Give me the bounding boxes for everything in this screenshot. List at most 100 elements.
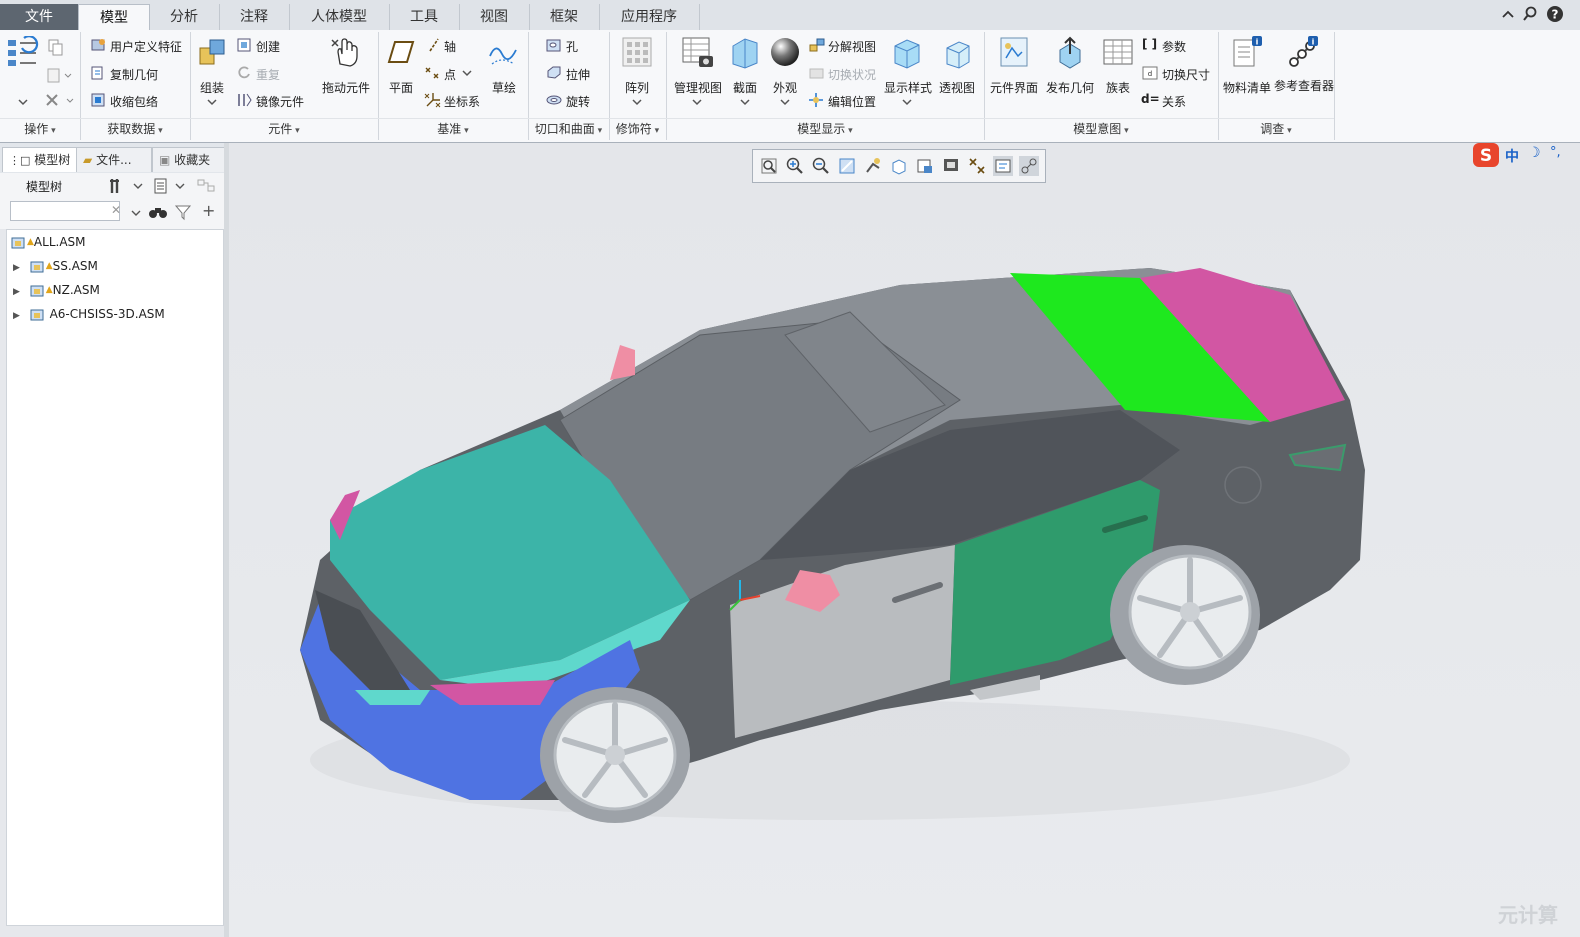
saved-orientations-icon[interactable]: [889, 156, 909, 176]
tab-framework[interactable]: 框架: [529, 4, 600, 30]
refit-icon[interactable]: [759, 156, 779, 176]
moon-icon[interactable]: ☽: [1528, 145, 1541, 161]
pattern-button[interactable]: 阵列: [617, 79, 657, 96]
chevron-down-icon[interactable]: [900, 96, 914, 108]
search-icon[interactable]: [1522, 6, 1538, 22]
revolve-button[interactable]: 旋转: [566, 93, 590, 110]
side-mirror-left[interactable]: [610, 345, 635, 380]
punctuation-icon[interactable]: °,: [1550, 145, 1561, 160]
chevron-down-icon[interactable]: [738, 96, 752, 108]
group-label-component[interactable]: 元件: [190, 120, 378, 138]
coordinate-system-button[interactable]: 坐标系: [444, 93, 480, 110]
create-component-button[interactable]: 创建: [256, 38, 280, 55]
family-table-button[interactable]: 族表: [1102, 79, 1134, 96]
show-options-icon[interactable]: [152, 177, 170, 195]
tree-item[interactable]: ▶ ▲SS.ASM: [13, 255, 98, 277]
repaint-icon[interactable]: [837, 156, 857, 176]
copy-geometry-button[interactable]: 复制几何: [110, 66, 158, 83]
drag-component-button[interactable]: 拖动元件: [320, 79, 372, 96]
edit-position-button[interactable]: 编辑位置: [828, 93, 876, 110]
chevron-down-icon[interactable]: [205, 96, 219, 108]
filter-icon[interactable]: [174, 203, 192, 221]
tree-columns-icon[interactable]: [196, 177, 218, 195]
chevron-down-icon[interactable]: [630, 96, 644, 108]
section-button[interactable]: 截面: [729, 79, 761, 96]
group-label-model-display[interactable]: 模型显示: [666, 120, 984, 138]
copy-icon[interactable]: [46, 38, 64, 56]
point-button[interactable]: 点: [444, 66, 456, 83]
tab-human-model[interactable]: 人体模型: [289, 4, 390, 30]
plane-button[interactable]: 平面: [385, 79, 417, 96]
axis-button[interactable]: 轴: [444, 38, 456, 55]
regenerate-icon[interactable]: [6, 36, 40, 70]
group-label-model-intent[interactable]: 模型意图: [984, 120, 1218, 138]
graphics-viewport[interactable]: [229, 143, 1580, 937]
tree-item[interactable]: ▶ ▲NZ.ASM: [13, 279, 100, 301]
publish-geometry-button[interactable]: 发布几何: [1044, 79, 1096, 96]
tab-analysis[interactable]: 分析: [149, 4, 220, 30]
tab-model[interactable]: 模型: [78, 4, 150, 31]
rear-wheel[interactable]: [1110, 545, 1260, 685]
car-3d-model[interactable]: [229, 143, 1580, 937]
group-label-investigate[interactable]: 调查: [1218, 120, 1334, 138]
tree-item-root[interactable]: ▲ALL.ASM: [11, 231, 86, 253]
group-label-datum[interactable]: 基准: [378, 120, 528, 138]
zoom-in-icon[interactable]: [785, 156, 805, 176]
add-column-icon[interactable]: +: [202, 201, 215, 220]
chevron-down-icon[interactable]: [690, 96, 704, 108]
toggle-status-button[interactable]: 切换状况: [828, 66, 876, 83]
perspective-button[interactable]: 透视图: [937, 79, 977, 96]
expand-arrow-icon[interactable]: ▶: [13, 311, 20, 321]
minimize-ribbon-icon[interactable]: [1500, 6, 1516, 22]
expand-arrow-icon[interactable]: ▶: [13, 287, 20, 297]
relations-button[interactable]: 关系: [1162, 93, 1186, 110]
udf-button[interactable]: 用户定义特征: [110, 38, 182, 55]
settings-tools-icon[interactable]: [108, 177, 128, 195]
tree-search-input[interactable]: [10, 201, 120, 221]
extrude-button[interactable]: 拉伸: [566, 66, 590, 83]
switch-dimensions-button[interactable]: 切换尺寸: [1162, 66, 1210, 83]
tab-model-tree[interactable]: ⋮□ 模型树: [2, 147, 78, 172]
datum-display-icon[interactable]: [967, 156, 987, 176]
find-binoculars-icon[interactable]: [148, 203, 168, 221]
tab-tools[interactable]: 工具: [389, 4, 460, 30]
display-style-button[interactable]: 显示样式: [882, 79, 934, 96]
chevron-down-icon[interactable]: [16, 96, 30, 108]
paste-icon[interactable]: [46, 66, 72, 84]
spin-center-icon[interactable]: [1019, 156, 1039, 176]
tab-folder-browser[interactable]: ▰ 文件...: [76, 147, 152, 172]
group-label-get-data[interactable]: 获取数据: [80, 120, 190, 138]
chevron-down-icon[interactable]: [174, 181, 186, 191]
reference-viewer-button[interactable]: 参考查看器: [1274, 79, 1334, 94]
assemble-button[interactable]: 组装: [196, 79, 228, 96]
chevron-down-icon[interactable]: [778, 96, 792, 108]
mirror-component-button[interactable]: 镜像元件: [256, 93, 304, 110]
exploded-view-button[interactable]: 分解视图: [828, 38, 876, 55]
sketch-button[interactable]: 草绘: [488, 79, 520, 96]
appearance-button[interactable]: 外观: [769, 79, 801, 96]
repeat-button[interactable]: 重复: [256, 66, 280, 83]
hole-button[interactable]: 孔: [566, 38, 578, 55]
tab-applications[interactable]: 应用程序: [599, 4, 700, 30]
zoom-out-icon[interactable]: [811, 156, 831, 176]
group-label-cut-surface[interactable]: 切口和曲面: [528, 120, 609, 138]
chevron-down-icon[interactable]: [130, 208, 142, 218]
ime-indicator[interactable]: S 中 ☽ °,: [1472, 142, 1572, 168]
ime-chinese-mode[interactable]: 中: [1505, 146, 1519, 166]
parameters-button[interactable]: 参数: [1162, 38, 1186, 55]
view-manager-icon[interactable]: [915, 156, 935, 176]
shrinkwrap-button[interactable]: 收缩包络: [110, 93, 158, 110]
delete-icon[interactable]: [44, 92, 76, 110]
help-icon[interactable]: ?: [1546, 5, 1564, 23]
chevron-down-icon[interactable]: [132, 181, 144, 191]
group-label-operations[interactable]: 操作: [0, 120, 80, 138]
front-wheel[interactable]: [540, 687, 690, 823]
tab-annotate[interactable]: 注释: [219, 4, 290, 30]
bill-of-materials-button[interactable]: 物料清单: [1221, 79, 1273, 96]
expand-arrow-icon[interactable]: ▶: [13, 263, 20, 273]
tab-file[interactable]: 文件: [0, 4, 78, 30]
tab-favorites[interactable]: ▣ 收藏夹: [152, 147, 228, 172]
annotation-display-icon[interactable]: [993, 156, 1013, 176]
reorient-icon[interactable]: [863, 156, 883, 176]
component-interface-button[interactable]: 元件界面: [988, 79, 1040, 96]
